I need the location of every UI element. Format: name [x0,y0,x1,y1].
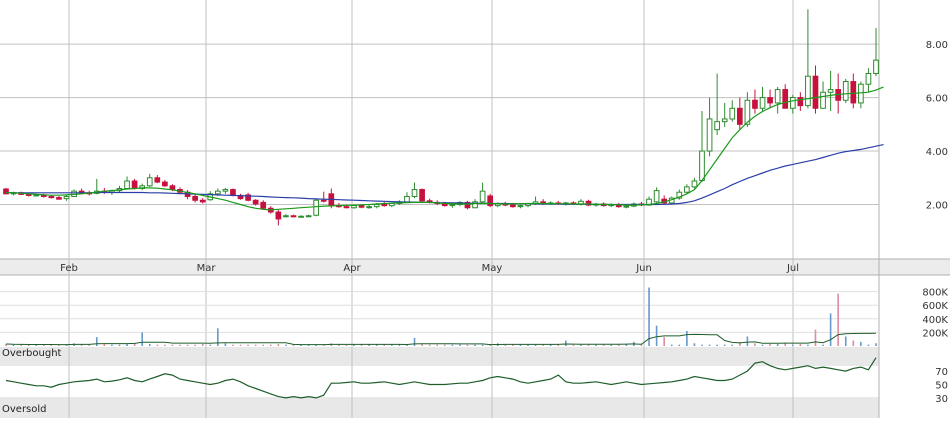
candle-body [411,189,418,198]
candle-body [214,190,221,195]
candle-body [721,118,728,123]
candle-body [797,97,804,107]
oversold-label: Oversold [2,404,47,415]
candle-body [729,107,736,120]
overbought-label: Overbought [2,348,62,359]
volume-average-line [5,332,877,346]
candle-body [865,73,872,85]
candle-body [305,215,312,218]
chart-canvas: Feb Mar Apr May Jun Jul 8.00 6.00 4.00 2.00 800K 60… [0,0,950,418]
rsi-tick-label: 70 [935,367,948,378]
candle-body [230,189,236,196]
candle-body [275,211,282,220]
candle-body [774,89,781,104]
price-panel [3,9,884,226]
overbought-band [0,347,879,366]
candle-body [691,180,698,188]
candle-body [873,59,879,75]
candle-body [517,205,524,208]
long-moving-average-line [5,144,884,206]
candle-body [260,201,267,209]
price-tick-label: 6.00 [926,94,948,105]
candle-body [358,205,365,208]
price-tick-label: 4.00 [926,147,948,158]
candle-body [222,189,229,192]
month-label: May [482,263,503,274]
candle-body [684,186,690,193]
volume-panel [5,287,877,346]
candle-body [192,196,198,201]
candle-body [162,181,168,187]
candle-body [419,189,425,202]
candle-body [782,89,789,109]
candle-body [124,180,130,189]
candle-body [850,81,857,104]
candle-body [858,83,864,104]
price-tick-label: 8.00 [926,40,948,51]
short-moving-average-line [5,86,884,211]
candle-body [373,204,380,208]
month-label: Apr [343,263,361,274]
rsi-tick-label: 30 [935,394,948,405]
candle-body [131,180,138,189]
candle-body [56,197,62,200]
stock-chart: Feb Mar Apr May Jun Jul 8.00 6.00 4.00 2.00 800K 60… [0,0,950,418]
candle-body [252,199,259,205]
candle-body [479,190,486,203]
volume-tick-label: 400K [922,315,948,326]
price-tick-label: 2.00 [926,201,948,212]
candle-body [449,204,456,207]
candle-body [510,204,516,208]
volume-tick-label: 800K [922,288,948,299]
candle-body [752,99,758,109]
candle-body [366,206,372,209]
month-label: Mar [197,263,217,274]
candle-body [320,199,327,202]
volume-tick-label: 200K [922,328,948,339]
candle-body [714,121,720,131]
candle-body [820,91,826,109]
candle-body [199,199,206,203]
candle-body [343,206,350,209]
month-label: Jun [635,263,652,274]
candle-body [623,205,630,208]
candle-body [313,199,320,216]
volume-tick-label: 600K [922,301,948,312]
candle-body [842,81,849,101]
candle-body [767,97,773,104]
rsi-tick-label: 50 [935,381,948,392]
candle-body [706,118,713,152]
candle-body [298,215,304,218]
candle-body [812,75,819,109]
candle-body [63,196,70,200]
candle-body [381,204,388,207]
candle-body [789,97,796,109]
month-label: Feb [60,263,78,274]
candle-body [759,97,766,109]
candle-body [736,107,743,125]
candle-body [154,177,161,183]
oversold-band [0,397,879,418]
candle-body [699,150,705,181]
date-axis-band [0,259,950,275]
candle-body [48,196,55,199]
candle-body [146,177,153,187]
candle-body [283,215,289,218]
candle-body [653,190,660,203]
candle-body [805,75,811,107]
candle-body [487,195,494,207]
candle-body [169,185,176,191]
candle-body [351,205,357,209]
candle-body [827,89,834,93]
candle-body [404,196,410,203]
candle-body [290,215,297,218]
month-label: Jul [786,263,799,274]
